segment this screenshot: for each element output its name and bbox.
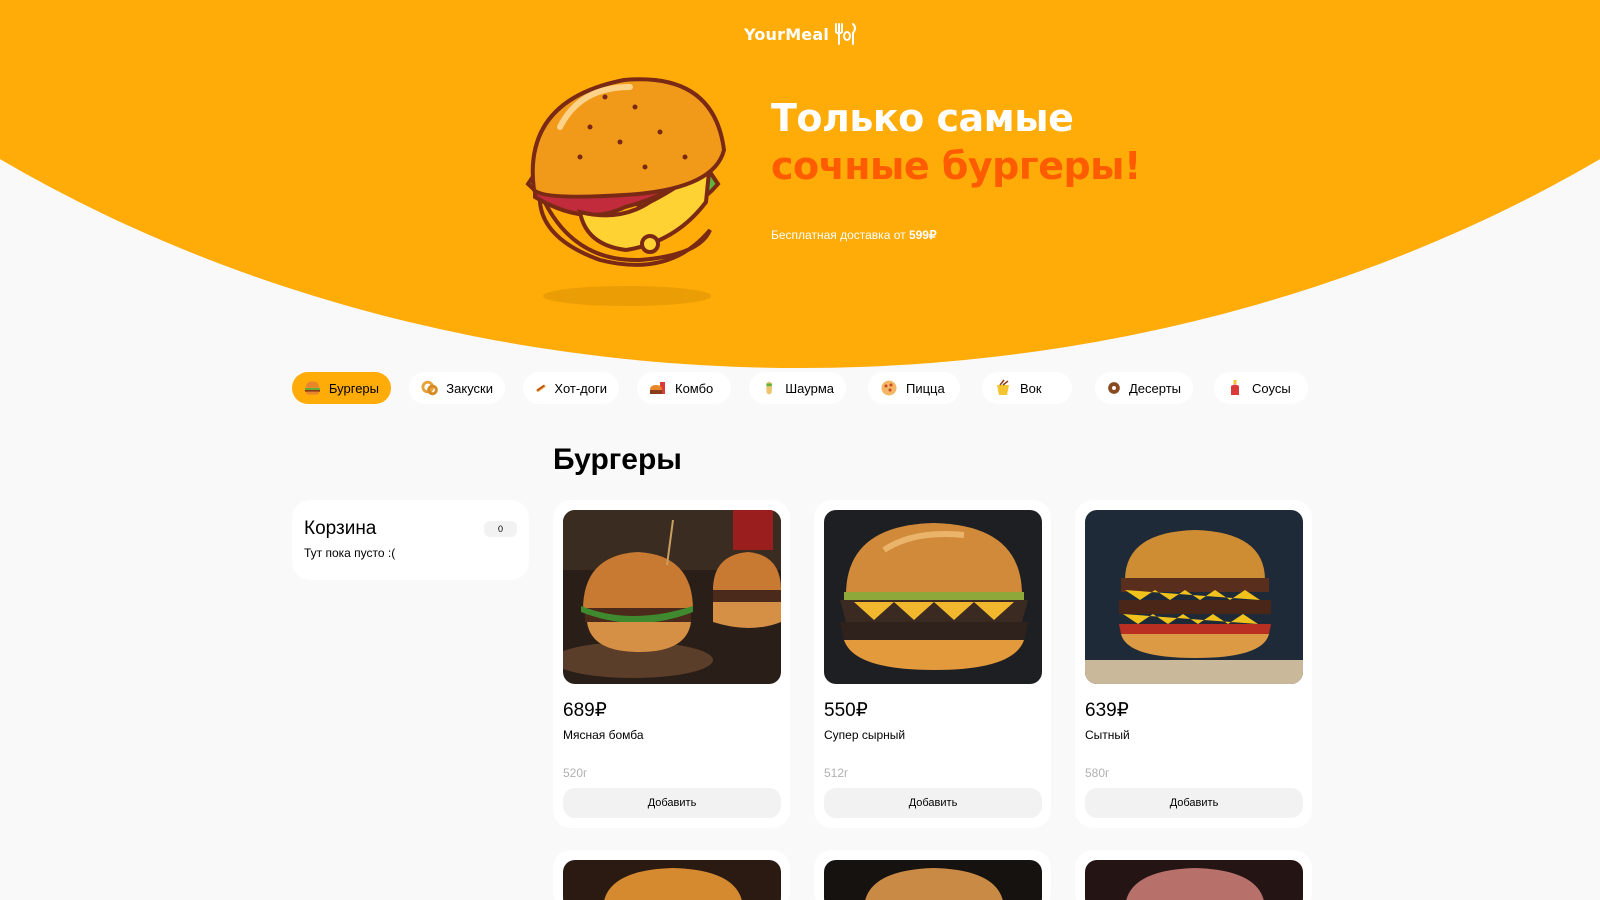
add-to-cart-button[interactable]: Добавить xyxy=(563,788,781,818)
add-to-cart-button[interactable]: Добавить xyxy=(1085,788,1303,818)
category-hotdogs[interactable]: Хот-доги xyxy=(523,372,619,404)
product-card xyxy=(814,850,1051,900)
category-combo[interactable]: Комбо xyxy=(637,372,731,404)
category-snacks[interactable]: Закуски xyxy=(409,372,505,404)
category-desserts[interactable]: Десерты xyxy=(1095,372,1193,404)
category-wok[interactable]: Вок xyxy=(982,372,1072,404)
category-label: Бургеры xyxy=(328,380,379,396)
product-card xyxy=(553,850,790,900)
category-shawarma[interactable]: Шаурма xyxy=(749,372,846,404)
product-name: Сытный xyxy=(1085,728,1130,742)
logo-text: YourMeal xyxy=(744,24,830,44)
burger-icon xyxy=(304,381,320,395)
product-price: 639₽ xyxy=(1085,700,1129,721)
delivery-amount: 599₽ xyxy=(908,228,937,242)
cart-empty-message: Тут пока пусто :( xyxy=(304,546,396,560)
hero-burger-illustration xyxy=(525,77,727,267)
category-pizza[interactable]: Пицца xyxy=(868,372,960,404)
product-image xyxy=(1085,510,1303,684)
donut-icon xyxy=(1108,382,1120,394)
product-card: 550₽ Супер сырный 512г Добавить xyxy=(814,500,1051,828)
product-card xyxy=(1075,850,1312,900)
sauce-icon xyxy=(1231,380,1239,395)
logo[interactable]: YourMeal xyxy=(744,20,864,48)
delivery-note: Бесплатная доставка от 599₽ xyxy=(771,228,937,242)
hero-banner xyxy=(0,0,1600,380)
hero-burger-shadow xyxy=(543,286,711,306)
category-label: Шаурма xyxy=(785,380,834,396)
product-image xyxy=(553,510,781,684)
product-image xyxy=(824,860,1042,900)
product-weight: 580г xyxy=(1085,766,1110,780)
category-label: Закуски xyxy=(446,380,493,396)
hero-title-line2: сочные бургеры! xyxy=(771,144,1141,188)
product-name: Супер сырный xyxy=(824,728,906,742)
product-image xyxy=(563,860,781,900)
category-label: Пицца xyxy=(906,380,945,396)
product-weight: 520г xyxy=(563,766,588,780)
section-title: Бургеры xyxy=(553,443,682,476)
product-name: Мясная бомба xyxy=(563,728,644,742)
product-image xyxy=(824,510,1042,684)
product-card: 639₽ Сытный 580г Добавить xyxy=(1075,500,1312,828)
category-burgers[interactable]: Бургеры xyxy=(292,372,391,404)
cutlery-icon xyxy=(835,23,857,45)
category-label: Десерты xyxy=(1128,380,1181,396)
category-label: Соусы xyxy=(1252,380,1291,396)
hero-title-line1: Только самые xyxy=(771,96,1074,140)
category-sauces[interactable]: Соусы xyxy=(1214,372,1308,404)
wok-icon xyxy=(997,379,1009,395)
category-label: Комбо xyxy=(675,380,714,396)
category-label: Вок xyxy=(1020,380,1042,396)
onion-rings-icon xyxy=(421,380,438,396)
add-to-cart-button[interactable]: Добавить xyxy=(824,788,1042,818)
cart-count-badge: 0 xyxy=(484,521,517,537)
hotdog-icon xyxy=(536,384,546,392)
delivery-text: Бесплатная доставка от xyxy=(771,228,909,242)
pizza-icon xyxy=(881,380,897,396)
shawarma-icon xyxy=(766,381,772,395)
product-weight: 512г xyxy=(824,766,849,780)
hero-title: Только самые сочные бургеры! xyxy=(771,94,1141,190)
product-card: 689₽ Мясная бомба 520г Добавить xyxy=(553,500,790,828)
cart-panel: Корзина 0 Тут пока пусто :( xyxy=(292,500,529,580)
product-price: 689₽ xyxy=(563,700,607,721)
product-price: 550₽ xyxy=(824,700,868,721)
product-image xyxy=(1085,860,1303,900)
category-label: Хот-доги xyxy=(554,380,607,396)
combo-icon xyxy=(650,382,665,394)
